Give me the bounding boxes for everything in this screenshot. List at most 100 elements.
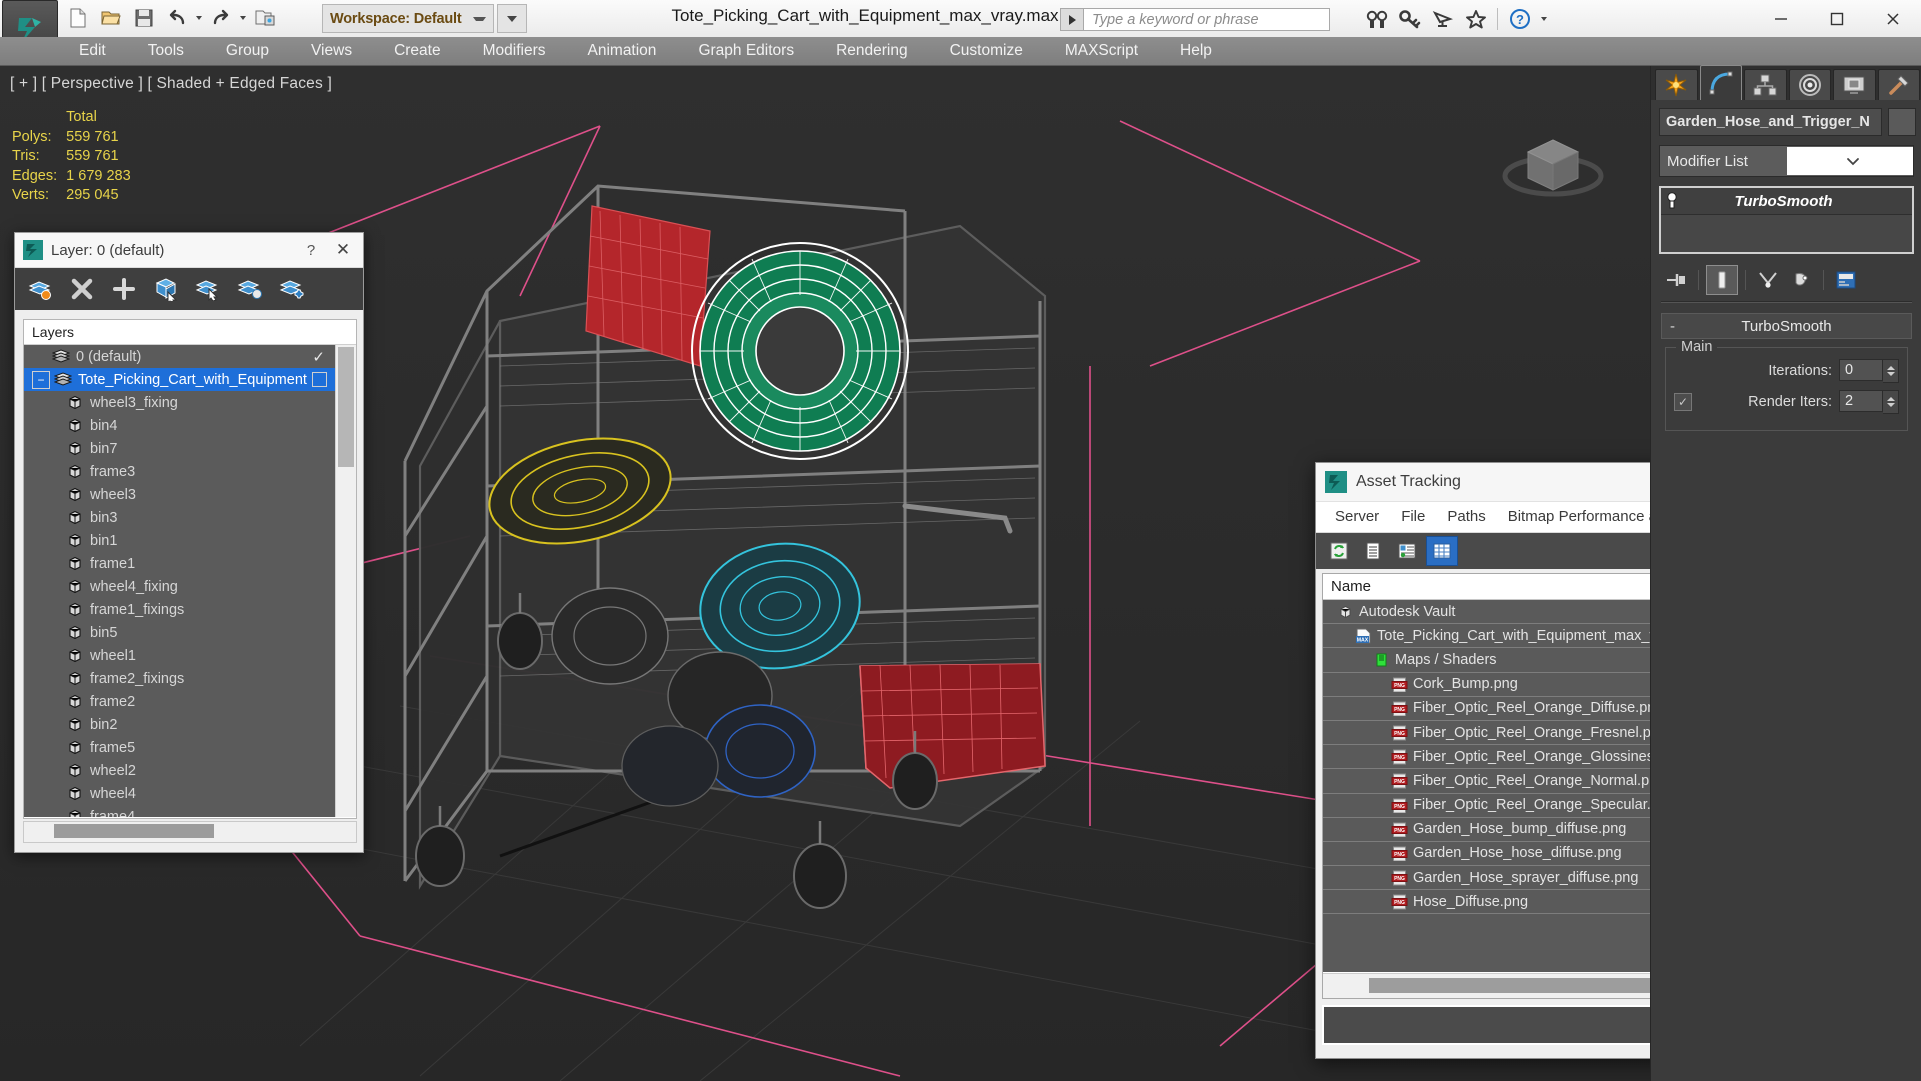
search-run-button[interactable] bbox=[1060, 8, 1084, 31]
help-dropdown-caret-icon[interactable] bbox=[1537, 5, 1551, 33]
iterations-spinner-arrows[interactable] bbox=[1883, 358, 1899, 383]
modifier-stack-entry[interactable]: TurboSmooth bbox=[1661, 188, 1912, 215]
iterations-spinner[interactable]: 0 bbox=[1839, 358, 1899, 383]
menu-item-group[interactable]: Group bbox=[205, 37, 290, 65]
layer-list-vertical-scroll-thumb[interactable] bbox=[338, 347, 354, 467]
modifier-list-dropdown[interactable]: Modifier List bbox=[1659, 145, 1914, 177]
grid-view-icon[interactable] bbox=[1426, 536, 1458, 566]
satellite-icon[interactable] bbox=[1427, 5, 1458, 33]
layer-expander-icon[interactable]: − bbox=[32, 370, 50, 389]
refresh-icon[interactable] bbox=[1324, 537, 1354, 565]
layer-row[interactable]: frame1_fixings bbox=[24, 598, 335, 621]
make-unique-button[interactable] bbox=[1753, 266, 1783, 294]
menu-item-graph-editors[interactable]: Graph Editors bbox=[677, 37, 815, 65]
layer-row[interactable]: frame4 bbox=[24, 805, 335, 817]
workspace-selector[interactable]: Workspace: Default bbox=[322, 4, 494, 33]
layer-row[interactable]: wheel1 bbox=[24, 644, 335, 667]
layer-dialog[interactable]: Layer: 0 (default) ? ✕ Layers 0 (default… bbox=[14, 232, 364, 853]
layer-row[interactable]: wheel4_fixing bbox=[24, 575, 335, 598]
rollout-collapse-icon[interactable]: - bbox=[1670, 318, 1675, 335]
set-current-layer-icon[interactable] bbox=[233, 273, 267, 305]
object-name-field[interactable]: Garden_Hose_and_Trigger_N bbox=[1659, 108, 1882, 136]
key-icon[interactable] bbox=[1394, 5, 1425, 33]
layer-list-horizontal-scrollbar[interactable] bbox=[23, 821, 357, 843]
list-view-icon[interactable] bbox=[1358, 537, 1388, 565]
layer-row[interactable]: bin2 bbox=[24, 713, 335, 736]
show-end-result-button[interactable] bbox=[1706, 265, 1738, 295]
select-objects-in-layer-icon[interactable] bbox=[149, 273, 183, 305]
render-iters-spinner[interactable]: 2 bbox=[1839, 389, 1899, 414]
undo-dropdown-icon[interactable] bbox=[194, 3, 204, 33]
workspace-menu-button[interactable] bbox=[497, 4, 527, 33]
at-menu-item-file[interactable]: File bbox=[1390, 502, 1436, 532]
set-project-folder-icon[interactable] bbox=[249, 2, 281, 34]
modify-tab[interactable] bbox=[1699, 65, 1742, 100]
hierarchy-tab[interactable] bbox=[1744, 69, 1787, 100]
render-iters-value[interactable]: 2 bbox=[1839, 389, 1883, 412]
maximize-button[interactable] bbox=[1809, 0, 1865, 37]
layer-row[interactable]: frame3 bbox=[24, 460, 335, 483]
create-new-layer-icon[interactable] bbox=[23, 273, 57, 305]
minimize-button[interactable] bbox=[1753, 0, 1809, 37]
layer-list-vertical-scrollbar[interactable] bbox=[335, 345, 356, 817]
layer-rows[interactable]: 0 (default) ✓ − Tote_Picking_Cart_with_Equi… bbox=[24, 345, 335, 817]
at-menu-item-paths[interactable]: Paths bbox=[1436, 502, 1496, 532]
at-menu-item-server[interactable]: Server bbox=[1324, 502, 1390, 532]
save-file-icon[interactable] bbox=[128, 2, 160, 34]
layer-dialog-title-bar[interactable]: Layer: 0 (default) ? ✕ bbox=[15, 233, 363, 268]
redo-dropdown-icon[interactable] bbox=[238, 3, 248, 33]
add-selection-to-layer-icon[interactable] bbox=[107, 273, 141, 305]
search-scene-icon[interactable] bbox=[1361, 5, 1392, 33]
layer-row[interactable]: frame2_fixings bbox=[24, 667, 335, 690]
menu-item-maxscript[interactable]: MAXScript bbox=[1044, 37, 1159, 65]
layer-dialog-help-button[interactable]: ? bbox=[299, 242, 323, 259]
detail-view-icon[interactable] bbox=[1392, 537, 1422, 565]
render-iters-spinner-arrows[interactable] bbox=[1883, 389, 1899, 414]
asset-table-horizontal-scroll-thumb[interactable] bbox=[1369, 978, 1684, 993]
close-button[interactable] bbox=[1865, 0, 1921, 37]
menu-item-help[interactable]: Help bbox=[1159, 37, 1233, 65]
menu-item-rendering[interactable]: Rendering bbox=[815, 37, 929, 65]
redo-icon[interactable] bbox=[205, 2, 237, 34]
layer-row[interactable]: wheel3 bbox=[24, 483, 335, 506]
layer-list-horizontal-scroll-thumb[interactable] bbox=[54, 824, 214, 838]
menu-item-create[interactable]: Create bbox=[373, 37, 462, 65]
open-file-icon[interactable] bbox=[95, 2, 127, 34]
pin-stack-button[interactable] bbox=[1661, 266, 1691, 294]
layer-row[interactable]: bin4 bbox=[24, 414, 335, 437]
workspace-dropdown-caret-icon[interactable] bbox=[473, 17, 486, 21]
layer-row[interactable]: − Tote_Picking_Cart_with_Equipment bbox=[24, 368, 335, 391]
menu-item-animation[interactable]: Animation bbox=[567, 37, 678, 65]
layer-row[interactable]: 0 (default) ✓ bbox=[24, 345, 335, 368]
layer-row[interactable]: frame5 bbox=[24, 736, 335, 759]
menu-item-tools[interactable]: Tools bbox=[127, 37, 205, 65]
configure-modifier-sets-button[interactable] bbox=[1831, 266, 1861, 294]
viewcube-icon[interactable] bbox=[1498, 112, 1608, 204]
viewport-label[interactable]: [ + ] [ Perspective ] [ Shaded + Edged F… bbox=[10, 75, 332, 93]
motion-tab[interactable] bbox=[1788, 69, 1831, 100]
layer-row[interactable]: wheel3_fixing bbox=[24, 391, 335, 414]
layer-row[interactable]: bin3 bbox=[24, 506, 335, 529]
rollout-header[interactable]: - TurboSmooth bbox=[1661, 313, 1912, 339]
layer-row[interactable]: bin1 bbox=[24, 529, 335, 552]
menu-item-modifiers[interactable]: Modifiers bbox=[462, 37, 567, 65]
layer-dialog-close-button[interactable]: ✕ bbox=[323, 240, 363, 260]
object-color-swatch[interactable] bbox=[1888, 108, 1916, 136]
display-tab[interactable] bbox=[1833, 69, 1876, 100]
iterations-value[interactable]: 0 bbox=[1839, 358, 1883, 381]
highlight-selected-objects-layer-icon[interactable] bbox=[191, 273, 225, 305]
menu-item-edit[interactable]: Edit bbox=[58, 37, 127, 65]
modifier-stack[interactable]: TurboSmooth bbox=[1659, 186, 1914, 254]
remove-modifier-button[interactable] bbox=[1786, 266, 1816, 294]
search-input[interactable]: Type a keyword or phrase bbox=[1084, 8, 1330, 31]
layer-render-toggle[interactable] bbox=[312, 372, 327, 387]
delete-layer-icon[interactable] bbox=[65, 273, 99, 305]
undo-icon[interactable] bbox=[161, 2, 193, 34]
utilities-tab[interactable] bbox=[1877, 69, 1920, 100]
layer-row[interactable]: bin5 bbox=[24, 621, 335, 644]
create-tab[interactable] bbox=[1655, 69, 1698, 100]
star-icon[interactable] bbox=[1460, 5, 1491, 33]
new-file-icon[interactable] bbox=[62, 2, 94, 34]
menu-item-views[interactable]: Views bbox=[290, 37, 373, 65]
layer-row[interactable]: frame1 bbox=[24, 552, 335, 575]
